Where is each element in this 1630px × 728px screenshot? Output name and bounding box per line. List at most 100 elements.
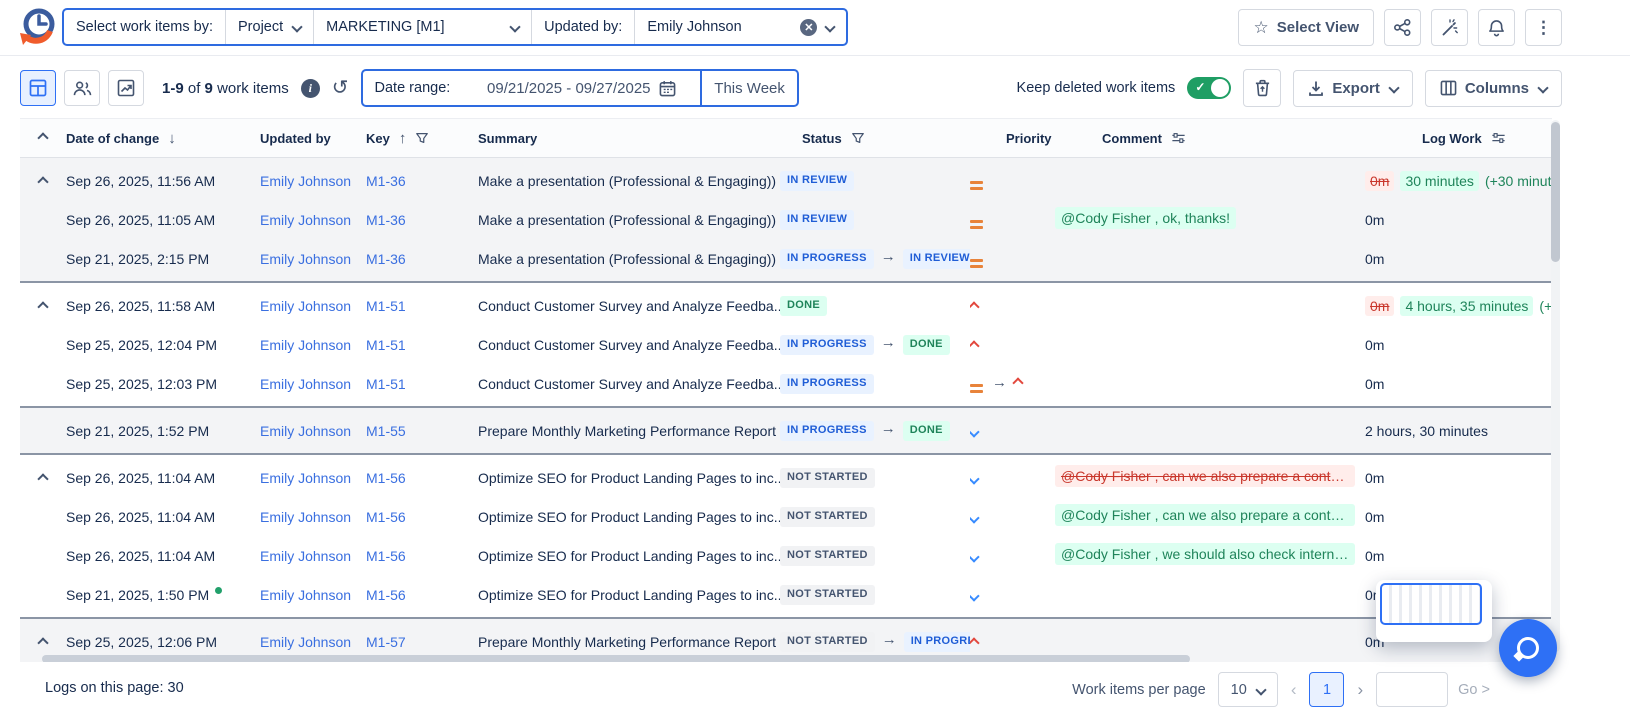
- updated-by-cell: Emily Johnson: [260, 251, 366, 267]
- export-button[interactable]: Export: [1293, 70, 1413, 107]
- table-view-button[interactable]: [20, 70, 56, 106]
- col-summary[interactable]: Summary: [478, 131, 780, 146]
- updated-by-link[interactable]: Emily Johnson: [260, 376, 351, 392]
- summary-cell: Make a presentation (Professional & Enga…: [478, 212, 780, 228]
- vertical-scrollbar-thumb[interactable]: [1551, 122, 1560, 262]
- key-link[interactable]: M1-36: [366, 251, 406, 267]
- settings-sliders-icon[interactable]: [1491, 131, 1506, 145]
- collapse-row-icon[interactable]: [35, 630, 51, 654]
- date-range-picker[interactable]: 09/21/2025 - 09/27/2025: [462, 71, 700, 105]
- settings-sliders-icon[interactable]: [1171, 131, 1186, 145]
- chevron-down-icon: [291, 21, 302, 32]
- priority-high-icon: [970, 303, 978, 311]
- chart-view-button[interactable]: [108, 70, 144, 106]
- updated-by-link[interactable]: Emily Johnson: [260, 470, 351, 486]
- sort-asc-icon[interactable]: ↑: [399, 130, 407, 147]
- updated-by-link[interactable]: Emily Johnson: [260, 212, 351, 228]
- key-link[interactable]: M1-57: [366, 634, 406, 650]
- key-link[interactable]: M1-36: [366, 173, 406, 189]
- key-cell: M1-57: [366, 634, 478, 650]
- col-priority[interactable]: Priority: [970, 131, 1055, 146]
- col-log-work[interactable]: Log Work: [1365, 131, 1552, 146]
- prev-page-button[interactable]: ‹: [1288, 680, 1300, 700]
- key-link[interactable]: M1-51: [366, 337, 406, 353]
- this-week-preset[interactable]: This Week: [700, 71, 797, 105]
- filter-icon[interactable]: [851, 131, 865, 145]
- col-updated-by[interactable]: Updated by: [260, 131, 366, 146]
- page-jump-input[interactable]: [1376, 672, 1448, 707]
- more-menu-button[interactable]: ⋮: [1525, 9, 1562, 46]
- help-fab-button[interactable]: [1499, 619, 1557, 677]
- comment-chip[interactable]: @Cody Fisher , we should also check inte…: [1055, 543, 1355, 565]
- comment-cell: @Cody Fisher , we should also check inte…: [1055, 543, 1365, 568]
- sort-desc-icon[interactable]: ↓: [168, 130, 176, 147]
- columns-button[interactable]: Columns: [1425, 70, 1562, 107]
- collapse-row-icon[interactable]: [35, 466, 51, 490]
- collapse-all-icon[interactable]: [37, 132, 48, 143]
- updated-by-link[interactable]: Emily Johnson: [260, 587, 351, 603]
- filter-by-dropdown[interactable]: Project: [225, 10, 313, 44]
- filter-by-value: Project: [238, 19, 283, 35]
- key-link[interactable]: M1-56: [366, 587, 406, 603]
- chevron-down-icon: [509, 21, 520, 32]
- work-item-filter-group: Select work items by: Project MARKETING …: [62, 8, 848, 46]
- clear-filter-icon[interactable]: ✕: [800, 19, 817, 36]
- collapse-row-icon[interactable]: [35, 294, 51, 318]
- updated-by-cell: Emily Johnson: [260, 376, 366, 392]
- updated-by-link[interactable]: Emily Johnson: [260, 251, 351, 267]
- comment-chip[interactable]: @Cody Fisher , can we also prepare a con…: [1055, 504, 1355, 526]
- comment-chip[interactable]: @Cody Fisher , can we also prepare a con…: [1055, 465, 1355, 487]
- info-icon[interactable]: i: [301, 79, 320, 98]
- updated-by-cell: Emily Johnson: [260, 298, 366, 314]
- updated-by-link[interactable]: Emily Johnson: [260, 509, 351, 525]
- select-view-button[interactable]: ☆ Select View: [1238, 9, 1374, 46]
- table-row: Sep 25, 2025, 12:04 PMEmily JohnsonM1-51…: [20, 325, 1552, 364]
- comment-chip[interactable]: @Cody Fisher , ok, thanks!: [1055, 207, 1236, 229]
- date-cell: Sep 21, 2025, 1:52 PM: [66, 423, 260, 439]
- col-date-of-change[interactable]: Date of change ↓: [66, 130, 260, 147]
- key-link[interactable]: M1-55: [366, 423, 406, 439]
- col-comment[interactable]: Comment: [1055, 131, 1365, 146]
- project-dropdown[interactable]: MARKETING [M1]: [313, 10, 531, 44]
- date-text: Sep 21, 2025, 1:50 PM: [66, 587, 209, 603]
- updated-by-link[interactable]: Emily Johnson: [260, 634, 351, 650]
- updated-by-link[interactable]: Emily Johnson: [260, 337, 351, 353]
- current-page-button[interactable]: 1: [1309, 672, 1344, 707]
- logwork-value: 2 hours, 30 minutes: [1365, 423, 1488, 439]
- updated-by-dropdown[interactable]: Emily Johnson ✕: [634, 10, 846, 44]
- notifications-button[interactable]: [1478, 9, 1515, 46]
- users-view-button[interactable]: [64, 70, 100, 106]
- col-key[interactable]: Key ↑: [366, 130, 478, 147]
- priority-medium-icon: [970, 220, 983, 229]
- table-body: Sep 26, 2025, 11:56 AMEmily JohnsonM1-36…: [20, 158, 1552, 666]
- summary-cell: Prepare Monthly Marketing Performance Re…: [478, 634, 780, 650]
- key-link[interactable]: M1-56: [366, 548, 406, 564]
- filter-icon[interactable]: [415, 131, 429, 145]
- magic-wand-button[interactable]: [1431, 9, 1468, 46]
- next-page-button[interactable]: ›: [1354, 680, 1366, 700]
- updated-by-link[interactable]: Emily Johnson: [260, 548, 351, 564]
- table-row: Sep 25, 2025, 12:03 PMEmily JohnsonM1-51…: [20, 364, 1552, 403]
- collapse-row-icon[interactable]: [35, 169, 51, 193]
- restore-deleted-button[interactable]: [1243, 69, 1281, 107]
- keep-deleted-toggle[interactable]: ✓: [1187, 77, 1231, 99]
- col-status[interactable]: Status: [780, 131, 970, 146]
- key-link[interactable]: M1-51: [366, 298, 406, 314]
- updated-by-link[interactable]: Emily Johnson: [260, 173, 351, 189]
- per-page-select[interactable]: 10: [1218, 672, 1278, 707]
- key-link[interactable]: M1-56: [366, 509, 406, 525]
- key-link[interactable]: M1-36: [366, 212, 406, 228]
- key-link[interactable]: M1-56: [366, 470, 406, 486]
- vertical-scrollbar[interactable]: [1551, 120, 1560, 652]
- go-button[interactable]: Go >: [1458, 682, 1490, 698]
- share-button[interactable]: [1384, 9, 1421, 46]
- priority-low-icon: [970, 592, 978, 600]
- priority-medium-icon: [970, 384, 983, 393]
- updated-by-link[interactable]: Emily Johnson: [260, 423, 351, 439]
- key-link[interactable]: M1-51: [366, 376, 406, 392]
- updated-by-link[interactable]: Emily Johnson: [260, 298, 351, 314]
- refresh-icon[interactable]: ↺: [332, 78, 349, 98]
- trend-chart-icon: [117, 79, 135, 97]
- date-cell: Sep 21, 2025, 1:50 PM: [66, 587, 260, 603]
- status-cell: DONE: [780, 295, 970, 315]
